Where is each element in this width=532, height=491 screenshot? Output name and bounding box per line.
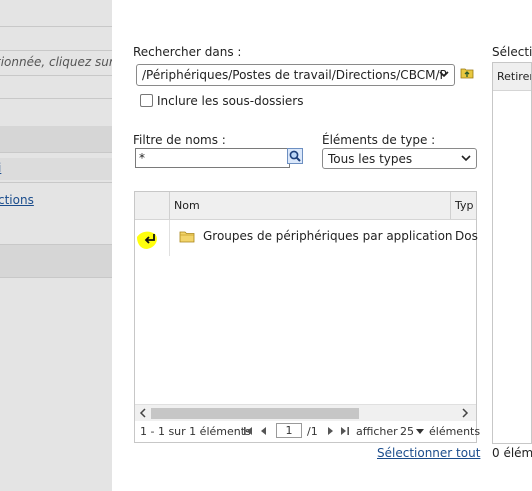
selection-list: Retirer <box>492 62 532 444</box>
pager-items-label: éléments <box>429 425 481 438</box>
magnifier-icon <box>289 150 301 162</box>
remove-column-header: Retirer <box>493 63 531 91</box>
search-in-label: Rechercher dans : <box>133 45 242 59</box>
name-filter-value: * <box>139 151 145 165</box>
nav-link-1[interactable]: i <box>0 161 1 175</box>
table-row[interactable]: Groupes de périphériques par application… <box>135 220 478 256</box>
include-subfolders-label: Inclure les sous-dossiers <box>157 94 304 108</box>
name-filter-search-button[interactable] <box>287 148 303 164</box>
section-band <box>0 245 112 277</box>
type-filter-select[interactable]: Tous les types <box>322 148 477 169</box>
type-filter-value: Tous les types <box>328 152 413 166</box>
divider <box>0 98 112 99</box>
pager-of-pages: /1 <box>307 425 318 438</box>
scrollbar-thumb[interactable] <box>151 408 359 419</box>
pagination-bar: 1 - 1 sur 1 éléments 1 /1 afficher 25 él… <box>135 421 480 442</box>
chevron-down-icon <box>439 71 449 78</box>
nav-row <box>0 158 112 180</box>
folder-browser-dialog: Rechercher dans : /Périphériques/Postes … <box>112 0 532 491</box>
divider <box>0 50 112 51</box>
folder-up-icon[interactable] <box>460 66 474 79</box>
previous-page-icon[interactable] <box>259 426 268 436</box>
divider <box>0 75 112 76</box>
page-number-input[interactable]: 1 <box>276 423 302 438</box>
column-header-type[interactable]: Typ <box>455 192 474 219</box>
nav-link-2[interactable]: ctions <box>0 193 34 207</box>
search-in-path-value: /Périphériques/Postes de travail/Directi… <box>142 68 447 82</box>
divider <box>0 26 112 27</box>
selection-count: 0 élém <box>492 446 532 460</box>
next-page-icon[interactable] <box>326 426 335 436</box>
name-filter-input[interactable]: * <box>135 148 290 168</box>
page-size-chevron-icon[interactable] <box>416 429 424 434</box>
folder-icon <box>179 231 195 243</box>
section-band <box>0 126 112 152</box>
results-grid: Nom Typ Groupes de périphériques par app… <box>134 191 480 443</box>
pager-show-label: afficher <box>356 425 398 438</box>
last-page-icon[interactable] <box>339 426 350 436</box>
background-left-panel: tionnée, cliquez sur i ctions <box>0 0 112 491</box>
return-arrow-icon[interactable] <box>135 225 165 253</box>
search-in-path-select[interactable]: /Périphériques/Postes de travail/Directi… <box>136 64 455 86</box>
chevron-down-icon <box>461 155 471 162</box>
name-filter-label: Filtre de noms : <box>133 133 226 147</box>
scroll-right-icon[interactable] <box>460 408 470 418</box>
first-page-icon[interactable] <box>243 426 254 436</box>
row-type: Dos <box>455 229 478 243</box>
scroll-left-icon[interactable] <box>138 408 148 418</box>
divider <box>0 277 112 278</box>
selection-title: Sélectio <box>492 45 532 59</box>
include-subfolders-checkbox[interactable] <box>140 94 153 107</box>
horizontal-scrollbar[interactable] <box>135 404 476 421</box>
hint-text: tionnée, cliquez sur <box>0 55 112 69</box>
column-separator <box>450 192 451 219</box>
divider <box>0 152 112 153</box>
divider <box>0 182 112 183</box>
row-name[interactable]: Groupes de périphériques par application <box>203 229 453 243</box>
pager-range: 1 - 1 sur 1 éléments <box>140 425 251 438</box>
column-header-name[interactable]: Nom <box>174 192 200 219</box>
column-separator <box>169 192 170 219</box>
grid-header: Nom Typ <box>135 192 476 220</box>
page-size-select[interactable]: 25 <box>400 425 414 438</box>
select-all-link[interactable]: Sélectionner tout <box>377 446 480 460</box>
type-filter-label: Éléments de type : <box>322 133 436 147</box>
